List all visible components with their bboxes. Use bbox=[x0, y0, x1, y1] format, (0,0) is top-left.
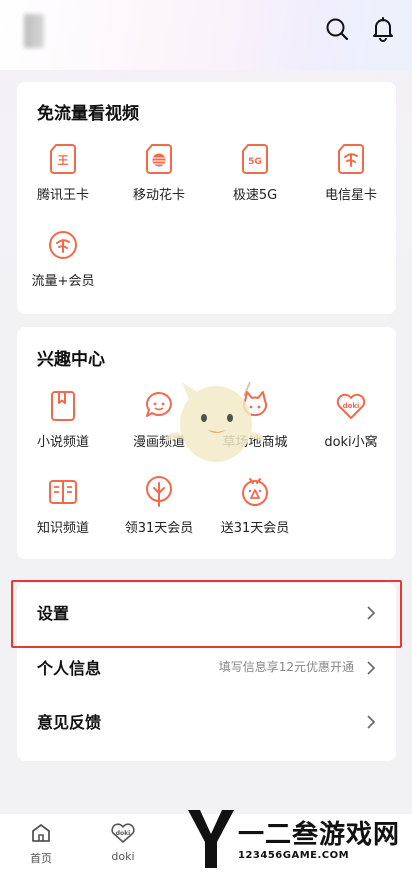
5g-icon: 5G bbox=[242, 144, 268, 174]
data-plus-vip-icon bbox=[49, 231, 77, 259]
nav-doki[interactable]: doki doki bbox=[98, 822, 148, 863]
chevron-right-icon bbox=[367, 715, 376, 729]
grid-item-wang-card[interactable]: 王 腾讯王卡 bbox=[17, 142, 109, 203]
grid-item-novel[interactable]: 小说频道 bbox=[17, 389, 109, 450]
doki-nest-icon: doki bbox=[336, 393, 366, 419]
home-icon bbox=[32, 824, 50, 842]
watermark: 一二叁游戏网 123456GAME.COM bbox=[186, 806, 412, 872]
grid-item-gift-vip[interactable]: 送31天会员 bbox=[209, 475, 301, 536]
grid-item-mobile-flower-card[interactable]: 移动花卡 bbox=[113, 142, 205, 203]
watermark-logo bbox=[188, 810, 234, 868]
interest-center-title: 兴趣中心 bbox=[37, 350, 105, 370]
grid-item-knowledge[interactable]: 知识频道 bbox=[17, 475, 109, 536]
grid-item-label: doki小窝 bbox=[324, 435, 378, 450]
grid-item-label: 移动花卡 bbox=[132, 188, 185, 203]
watermark-title: 一二叁游戏网 bbox=[238, 820, 401, 850]
knowledge-channel-icon bbox=[49, 480, 77, 504]
grid-item-label: 腾讯王卡 bbox=[36, 188, 89, 203]
grid-item-claim-vip[interactable]: 领31天会员 bbox=[113, 475, 205, 536]
grid-item-label: 极速5G bbox=[232, 188, 278, 203]
gift-vip-icon bbox=[242, 478, 268, 506]
chevron-right-icon bbox=[367, 661, 376, 675]
grid-item-doki-nest[interactable]: doki doki小窝 bbox=[305, 389, 397, 450]
doki-icon: doki bbox=[111, 823, 135, 843]
telecom-star-card-icon bbox=[338, 144, 364, 174]
bell-icon[interactable] bbox=[370, 16, 396, 42]
top-bar bbox=[0, 0, 412, 70]
doki-nav-glyph: doki bbox=[116, 830, 130, 837]
grid-item-5g[interactable]: 5G 极速5G bbox=[209, 142, 301, 203]
grid-item-label: 电信星卡 bbox=[324, 188, 377, 203]
doki-glyph: doki bbox=[343, 402, 360, 410]
grid-item-telecom-star-card[interactable]: 电信星卡 bbox=[305, 142, 397, 203]
nav-doki-label: doki bbox=[111, 850, 135, 863]
free-data-card: 免流量看视频 王 腾讯王卡 移动花卡 5G 极速5G 电信星卡 流量+会员 bbox=[17, 82, 396, 314]
feedback-label: 意见反馈 bbox=[37, 713, 102, 732]
nav-home[interactable]: 首页 bbox=[16, 822, 66, 866]
novel-channel-icon bbox=[51, 391, 75, 421]
grid-item-data-plus-vip[interactable]: 流量+会员 bbox=[17, 228, 109, 289]
grid-item-label: 小说频道 bbox=[36, 435, 89, 450]
personal-info-label: 个人信息 bbox=[37, 659, 102, 678]
personal-info-hint: 填写信息享12元优惠开通 bbox=[218, 660, 354, 674]
mobile-flower-card-icon bbox=[146, 144, 172, 174]
5g-glyph: 5G bbox=[248, 157, 262, 167]
grid-item-label: 领31天会员 bbox=[124, 521, 194, 536]
wang-card-glyph: 王 bbox=[58, 154, 69, 167]
grid-item-label: 流量+会员 bbox=[31, 274, 95, 289]
watermark-subtitle: 123456GAME.COM bbox=[238, 850, 350, 861]
search-icon[interactable] bbox=[324, 16, 350, 42]
claim-vip-icon bbox=[146, 476, 172, 507]
personal-info-row[interactable]: 个人信息 填写信息享12元优惠开通 bbox=[17, 640, 396, 696]
feedback-row[interactable]: 意见反馈 bbox=[17, 694, 396, 750]
avatar[interactable] bbox=[24, 14, 44, 48]
wang-card-icon: 王 bbox=[50, 144, 76, 174]
free-data-title: 免流量看视频 bbox=[37, 104, 139, 124]
grid-item-label: 送31天会员 bbox=[220, 521, 290, 536]
settings-highlight-box bbox=[11, 580, 402, 648]
grid-item-label: 知识频道 bbox=[36, 521, 89, 536]
nav-home-label: 首页 bbox=[30, 852, 52, 865]
mascot-overlay bbox=[165, 381, 265, 462]
